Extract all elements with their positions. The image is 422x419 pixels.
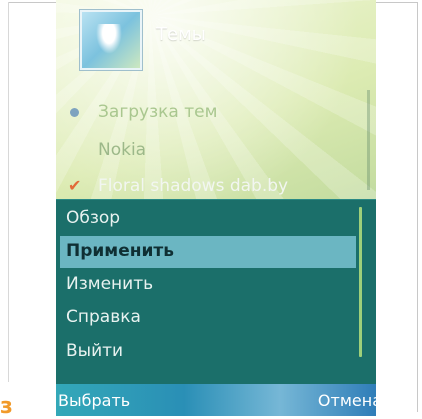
softkey-bar: Выбрать Отмена xyxy=(56,384,376,416)
phone-screen: Темы Загрузка тем Nokia ✔ Floral shadows… xyxy=(56,0,376,416)
list-scrollbar[interactable] xyxy=(367,90,370,190)
options-menu: Обзор Применить Изменить Справка Выйти xyxy=(56,199,376,384)
frame-border-right xyxy=(417,2,418,412)
frame-border-left xyxy=(8,2,9,382)
themes-app-icon xyxy=(80,10,142,70)
list-item-floral-shadows[interactable]: ✔ Floral shadows dab.by xyxy=(56,170,366,202)
menu-item-apply[interactable]: Применить xyxy=(60,236,356,268)
menu-scrollbar[interactable] xyxy=(359,207,362,357)
menu-item-exit[interactable]: Выйти xyxy=(60,336,356,368)
menu-item-edit[interactable]: Изменить xyxy=(60,269,356,301)
list-item-nokia[interactable]: Nokia xyxy=(56,134,366,166)
menu-item-label: Обзор xyxy=(66,208,121,228)
bullet-icon xyxy=(70,108,79,117)
menu-item-browse[interactable]: Обзор xyxy=(60,203,356,235)
cancel-softkey[interactable]: Отмена xyxy=(318,391,376,410)
page-title: Темы xyxy=(156,24,206,45)
checkmark-icon: ✔ xyxy=(68,176,82,195)
select-softkey[interactable]: Выбрать xyxy=(58,391,130,410)
list-item-label: Загрузка тем xyxy=(98,102,218,122)
header: Темы xyxy=(56,0,376,80)
menu-item-label: Применить xyxy=(66,241,174,261)
list-item-label: Nokia xyxy=(98,140,147,160)
themes-figure-icon xyxy=(96,24,122,54)
menu-item-label: Выйти xyxy=(66,341,124,361)
list-item-download-themes[interactable]: Загрузка тем xyxy=(56,96,366,128)
menu-item-help[interactable]: Справка xyxy=(60,302,356,334)
menu-item-label: Изменить xyxy=(66,274,154,294)
corner-mark: з xyxy=(0,394,13,419)
list-item-label: Floral shadows dab.by xyxy=(98,176,289,196)
menu-item-label: Справка xyxy=(66,307,141,327)
